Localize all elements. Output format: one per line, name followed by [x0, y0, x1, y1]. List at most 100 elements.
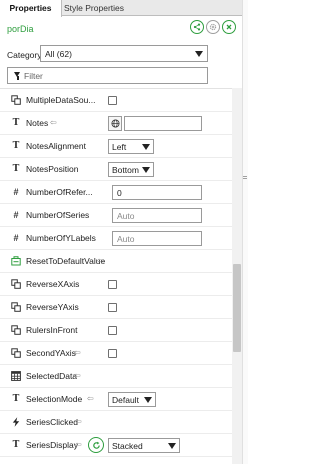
table-icon — [11, 371, 21, 381]
arrow-left-icon: ⇦ — [75, 417, 82, 426]
input-value: 0 — [117, 188, 122, 198]
number-of-reference-lines-input[interactable]: 0 — [112, 185, 202, 200]
grip-icon — [243, 176, 247, 179]
property-label: SeriesDisplay — [26, 440, 78, 450]
properties-tabbar: Properties Style Properties — [0, 0, 248, 17]
chevron-down-icon — [142, 144, 150, 150]
arrow-left-icon: ⇦ — [50, 118, 57, 127]
category-select[interactable]: All (62) — [40, 45, 208, 62]
selection-mode-select[interactable]: Default — [108, 392, 156, 407]
hash-icon: # — [13, 187, 19, 197]
text-icon: T — [12, 440, 20, 450]
chevron-down-icon — [144, 397, 152, 403]
binding-icon — [11, 95, 21, 105]
chevron-down-icon — [142, 167, 150, 173]
notes-position-select[interactable]: Bottom — [108, 162, 154, 177]
settings-button[interactable] — [206, 20, 220, 34]
arrow-left-icon: ⇦ — [87, 394, 94, 403]
localize-button[interactable] — [108, 116, 122, 131]
binding-icon — [11, 348, 21, 358]
hash-icon: # — [13, 233, 19, 243]
arrow-left-icon: ⇦ — [74, 348, 81, 357]
property-label: SelectedData — [26, 371, 78, 381]
text-icon: T — [12, 394, 20, 404]
binding-icon — [11, 302, 21, 312]
property-row-reverseyaxis: ReverseYAxis — [0, 296, 232, 319]
property-checkbox[interactable] — [108, 349, 117, 358]
property-label: SecondYAxis — [26, 348, 76, 358]
property-row-seriesdisplay: T SeriesDisplay ⇦ Stacked — [0, 434, 232, 457]
binding-icon — [11, 279, 21, 289]
property-row-rulersinfront: RulersInFront — [0, 319, 232, 342]
property-label: MultipleDataSou... — [26, 95, 96, 105]
input-placeholder: Auto — [117, 211, 135, 221]
property-row-selecteddata: SelectedData ⇦ — [0, 365, 232, 388]
share-icon — [193, 23, 201, 31]
binding-icon — [11, 325, 21, 335]
property-row-notesposition: T NotesPosition Bottom — [0, 158, 232, 181]
filter-placeholder: Filter — [24, 71, 43, 81]
property-label: ResetToDefaultValue — [26, 256, 106, 266]
input-placeholder: Auto — [117, 234, 135, 244]
property-row-seriesclicked: SeriesClicked ⇦ — [0, 411, 232, 434]
arrow-left-icon: ⇦ — [97, 256, 104, 265]
chevron-down-icon — [168, 443, 176, 449]
filter-input[interactable]: Filter — [7, 67, 208, 84]
property-label: RulersInFront — [26, 325, 78, 335]
property-row-resettodefaultvalue[interactable]: ResetToDefaultValue ⇦ — [0, 250, 232, 273]
arrow-left-icon: ⇦ — [74, 371, 81, 380]
share-button[interactable] — [190, 20, 204, 34]
property-checkbox[interactable] — [108, 326, 117, 335]
gear-icon — [209, 23, 217, 31]
close-icon — [226, 24, 232, 30]
property-row-selectionmode: T SelectionMode ⇦ Default — [0, 388, 232, 411]
property-row-numberofseries: # NumberOfSeries Auto — [0, 204, 232, 227]
globe-icon — [110, 119, 120, 128]
tab-style-properties[interactable]: Style Properties — [62, 0, 126, 16]
reset-icon — [11, 256, 21, 266]
property-row-multipledatasources: MultipleDataSou... — [0, 89, 232, 112]
property-label: NotesPosition — [26, 164, 79, 174]
property-label: NotesAlignment — [26, 141, 87, 151]
select-value: Left — [112, 142, 127, 152]
property-row-numberofreferencelines: # NumberOfRefer... 0 — [0, 181, 232, 204]
series-display-select[interactable]: Stacked — [108, 438, 180, 453]
number-of-series-input[interactable]: Auto — [112, 208, 202, 223]
property-label: Notes — [26, 118, 49, 128]
property-label: SelectionMode — [26, 394, 83, 404]
panel-resize-edge[interactable] — [242, 0, 248, 464]
scrollbar-thumb[interactable] — [233, 264, 241, 352]
property-row-reversexaxis: ReverseXAxis — [0, 273, 232, 296]
property-row-notes: T Notes ⇦ — [0, 112, 232, 135]
panel-header: porDia — [0, 16, 248, 42]
hash-icon: # — [13, 210, 19, 220]
property-label: NumberOfYLabels — [26, 233, 96, 243]
notes-input[interactable] — [124, 116, 202, 131]
property-checkbox[interactable] — [108, 96, 117, 105]
arrow-left-icon: ⇦ — [75, 440, 82, 449]
text-icon: T — [12, 164, 20, 174]
property-row-notesalignment: T NotesAlignment Left — [0, 135, 232, 158]
refresh-button[interactable] — [88, 437, 104, 453]
object-name: porDia — [7, 24, 34, 34]
property-row-secondyaxis: SecondYAxis ⇦ — [0, 342, 232, 365]
close-button[interactable] — [222, 20, 236, 34]
property-label: SeriesClicked — [26, 417, 78, 427]
notes-alignment-select[interactable]: Left — [108, 139, 154, 154]
property-checkbox[interactable] — [108, 280, 117, 289]
select-value: Default — [112, 395, 139, 405]
refresh-icon — [92, 441, 100, 449]
select-value: Stacked — [112, 441, 143, 451]
funnel-icon-stem — [17, 76, 19, 80]
property-checkbox[interactable] — [108, 303, 117, 312]
text-icon: T — [12, 141, 20, 151]
category-label: Category — [7, 50, 42, 60]
property-label: ReverseXAxis — [26, 279, 80, 289]
number-of-y-labels-input[interactable]: Auto — [112, 231, 202, 246]
tab-properties[interactable]: Properties — [0, 0, 62, 17]
lightning-icon — [11, 417, 21, 427]
text-icon: T — [12, 118, 20, 128]
chevron-down-icon — [195, 51, 203, 57]
property-label: ReverseYAxis — [26, 302, 79, 312]
category-value: All (62) — [45, 49, 72, 59]
